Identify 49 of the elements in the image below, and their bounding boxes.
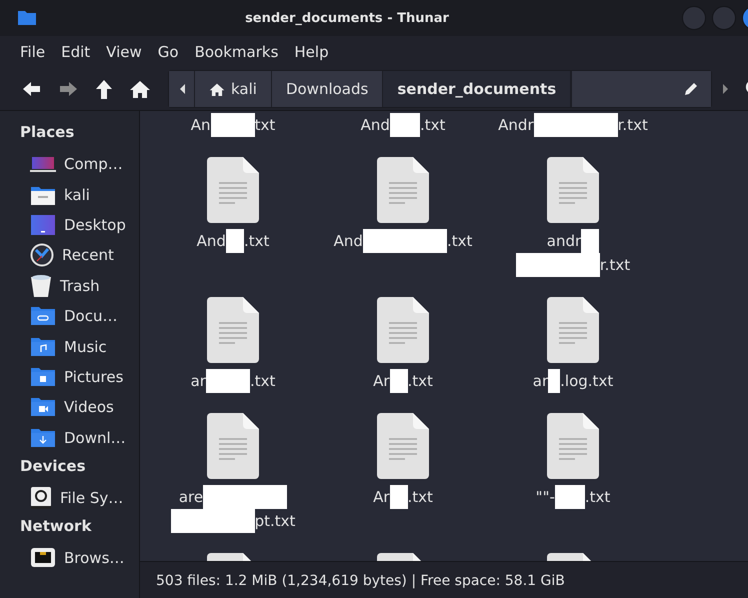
sidebar-item[interactable]: Music (64, 338, 107, 356)
menu-item[interactable]: Bookmarks (186, 43, 286, 61)
file-name: .txt (244, 231, 270, 252)
window-title: sender_documents - Thunar (245, 10, 449, 26)
sidebar-item[interactable]: Videos (64, 398, 114, 416)
menu-item[interactable]: File (12, 43, 54, 61)
breadcrumb-button[interactable]: sender_documents (383, 71, 572, 107)
file-name: Andr (498, 115, 534, 136)
file-name: r.txt (600, 255, 630, 276)
file-name: andr (546, 231, 582, 252)
file-name: .txt (420, 115, 446, 136)
file-name: .txt (250, 371, 276, 392)
menu-item[interactable]: Go (150, 43, 187, 61)
section-header: Places (19, 122, 76, 143)
sidebar-item[interactable]: Trash (60, 276, 100, 295)
sidebar-item[interactable]: kali (64, 186, 90, 204)
file-name: r.txt (618, 115, 648, 136)
sidebar-item[interactable]: Downl… (64, 428, 126, 447)
sidebar-item[interactable]: Docu… (64, 307, 118, 326)
file-name: ar (190, 371, 206, 392)
sidebar-item[interactable]: Recent (62, 246, 114, 264)
file-name: ar (532, 371, 548, 392)
file-name: Ar (373, 487, 390, 508)
menu-item[interactable]: Edit (53, 43, 98, 61)
file-name: pt.txt (254, 511, 296, 532)
menu-item[interactable]: Help (286, 43, 337, 61)
file-name: txt (254, 115, 276, 136)
breadcrumb-button[interactable]: kali (195, 71, 272, 107)
breadcrumb-button[interactable]: Downloads (272, 71, 384, 107)
file-name: And (360, 115, 390, 136)
sidebar-item[interactable]: File Sy… (60, 489, 124, 508)
section-header: Devices (19, 456, 87, 477)
file-name: .log.txt (560, 371, 614, 392)
sidebar-item[interactable]: Comp… (64, 155, 123, 174)
file-name: .txt (584, 487, 610, 508)
sidebar-item[interactable]: Desktop (64, 216, 126, 234)
file-name: And (334, 231, 363, 252)
file-name: And (196, 231, 226, 252)
file-name: .txt (408, 487, 433, 508)
file-name: .txt (446, 231, 472, 252)
file-name: .txt (408, 371, 433, 392)
file-name: are (178, 487, 204, 508)
file-name: Ar (373, 371, 390, 392)
section-header: Network (19, 516, 92, 538)
sidebar-item[interactable]: Brows… (64, 549, 124, 568)
file-name: An (190, 115, 211, 136)
sidebar-item[interactable]: Pictures (64, 368, 124, 386)
file-name: ""- (536, 487, 555, 508)
menu-item[interactable]: View (98, 43, 150, 61)
